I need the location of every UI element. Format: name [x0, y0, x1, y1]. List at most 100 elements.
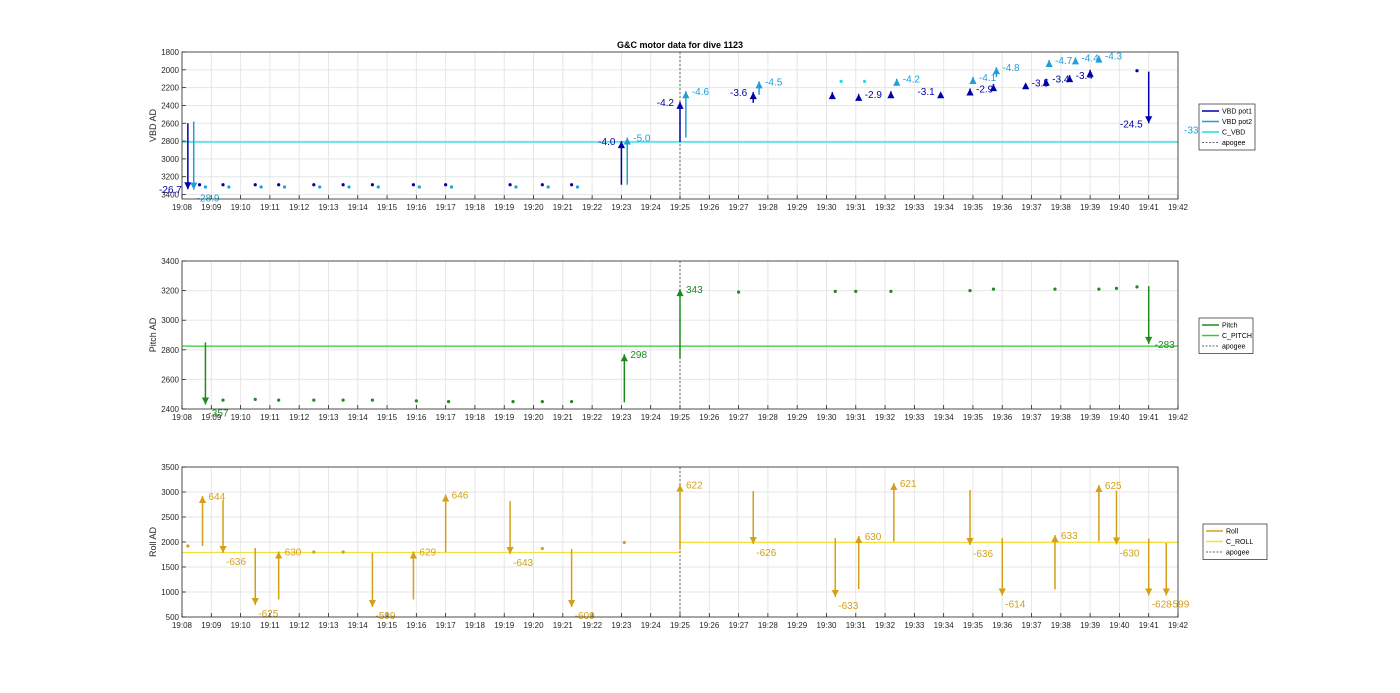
y-tick-label: 500 [166, 613, 180, 622]
move-label: -625 [258, 609, 278, 620]
x-tick-label: 19:42 [1168, 621, 1189, 630]
x-tick-label: 19:23 [611, 621, 632, 630]
x-tick-label: 19:36 [992, 203, 1013, 212]
x-tick-label: 19:27 [729, 621, 750, 630]
x-tick-label: 19:38 [1051, 621, 1072, 630]
x-tick-label: 19:13 [318, 621, 339, 630]
x-tick-label: 19:10 [231, 413, 252, 422]
x-tick-label: 19:28 [758, 203, 779, 212]
y-tick-label: 3200 [161, 287, 179, 296]
x-tick-label: 19:39 [1080, 621, 1101, 630]
x-tick-label: 19:26 [699, 203, 720, 212]
x-tick-label: 19:19 [494, 203, 515, 212]
x-tick-label: 19:36 [992, 413, 1013, 422]
move-arrow-head [831, 590, 839, 597]
x-tick-label: 19:25 [670, 413, 691, 422]
x-tick-label: 19:34 [934, 621, 955, 630]
move-arrow-head [1145, 336, 1153, 344]
move-arrow-head [1145, 116, 1153, 124]
data-point [508, 183, 512, 187]
y-tick-label: 3500 [161, 463, 179, 472]
y-tick-label: 2200 [161, 84, 179, 93]
x-tick-label: 19:12 [289, 413, 310, 422]
move-label: -614 [1005, 600, 1025, 611]
x-tick-label: 19:33 [904, 203, 925, 212]
move-label: 630 [865, 532, 882, 543]
x-tick-label: 19:08 [172, 203, 193, 212]
x-tick-label: 19:19 [494, 621, 515, 630]
x-tick-label: 19:12 [289, 621, 310, 630]
x-tick-label: 19:17 [436, 413, 457, 422]
x-tick-label: 19:18 [465, 413, 486, 422]
x-tick-label: 19:28 [758, 413, 779, 422]
x-tick-label: 19:21 [553, 203, 574, 212]
x-tick-label: 19:30 [816, 413, 837, 422]
move-arrow-head [755, 81, 763, 89]
legend-entry: VBD pot2 [1222, 119, 1252, 126]
data-point [277, 398, 281, 402]
x-tick-label: 19:40 [1109, 203, 1130, 212]
data-point [511, 400, 515, 404]
y-tick-label: 3400 [161, 257, 179, 266]
x-tick-label: 19:37 [1022, 203, 1043, 212]
panel-2: -357298343-28319:08 19:09 19:10 19:11 19:12 1… [148, 257, 1254, 422]
move-label: 343 [686, 285, 703, 296]
x-tick-label: 19:37 [1022, 621, 1043, 630]
x-tick-label: 19:13 [318, 413, 339, 422]
data-point [411, 183, 416, 187]
legend-entry: Pitch [1222, 323, 1238, 330]
x-tick-label: 19:14 [348, 413, 369, 422]
x-tick-label: 19:24 [641, 621, 662, 630]
move-arrow-head [190, 182, 198, 190]
data-point [540, 183, 544, 187]
x-tick-label: 19:19 [494, 413, 515, 422]
x-tick-label: 19:42 [1168, 203, 1189, 212]
move-arrow-head [682, 91, 690, 99]
y-tick-label: 2000 [161, 66, 179, 75]
data-point [449, 185, 454, 189]
x-tick-label: 19:35 [963, 203, 984, 212]
move-arrow-head [251, 598, 259, 605]
move-label: -4.8 [1002, 63, 1020, 74]
x-tick-label: 19:12 [289, 203, 310, 212]
move-label: 622 [686, 481, 703, 492]
x-tick-label: 19:27 [729, 413, 750, 422]
move-arrow-head [201, 397, 210, 405]
move-label: 298 [630, 350, 647, 361]
x-tick-label: 19:18 [465, 203, 486, 212]
move-arrow-head [442, 494, 450, 502]
data-point [227, 185, 231, 189]
x-tick-label: 19:39 [1080, 413, 1101, 422]
y-tick-label: 1800 [161, 48, 179, 57]
x-tick-label: 19:26 [699, 621, 720, 630]
x-tick-label: 19:29 [787, 203, 808, 212]
move-arrow-head [828, 92, 836, 100]
data-point [186, 544, 190, 548]
data-point [312, 398, 316, 402]
legend-entry: C_PITCH [1222, 333, 1252, 340]
data-point [839, 79, 843, 83]
move-label: -4.2 [657, 98, 675, 109]
data-point [1097, 287, 1101, 291]
data-point [833, 289, 837, 293]
y-tick-label: 2500 [161, 513, 179, 522]
data-point [575, 185, 580, 189]
x-tick-label: 19:15 [377, 621, 398, 630]
move-arrow-head [1045, 60, 1053, 68]
x-tick-label: 19:27 [729, 203, 750, 212]
data-point [414, 399, 418, 403]
x-tick-label: 19:11 [260, 203, 280, 212]
legend-entry: apogee [1226, 550, 1249, 557]
x-tick-label: 19:11 [260, 413, 280, 422]
move-label: 633 [1061, 531, 1078, 542]
data-point [259, 185, 263, 189]
legend: Pitch C_PITCHapogee [1198, 317, 1254, 354]
x-tick-label: 19:14 [348, 621, 369, 630]
x-tick-label: 19:41 [1139, 621, 1160, 630]
x-tick-label: 19:16 [406, 203, 427, 212]
data-point [197, 183, 202, 187]
x-tick-label: 19:33 [904, 413, 925, 422]
move-arrow-head [893, 78, 901, 86]
y-axis-label: Pitch AD [148, 317, 158, 352]
data-point [444, 183, 448, 187]
